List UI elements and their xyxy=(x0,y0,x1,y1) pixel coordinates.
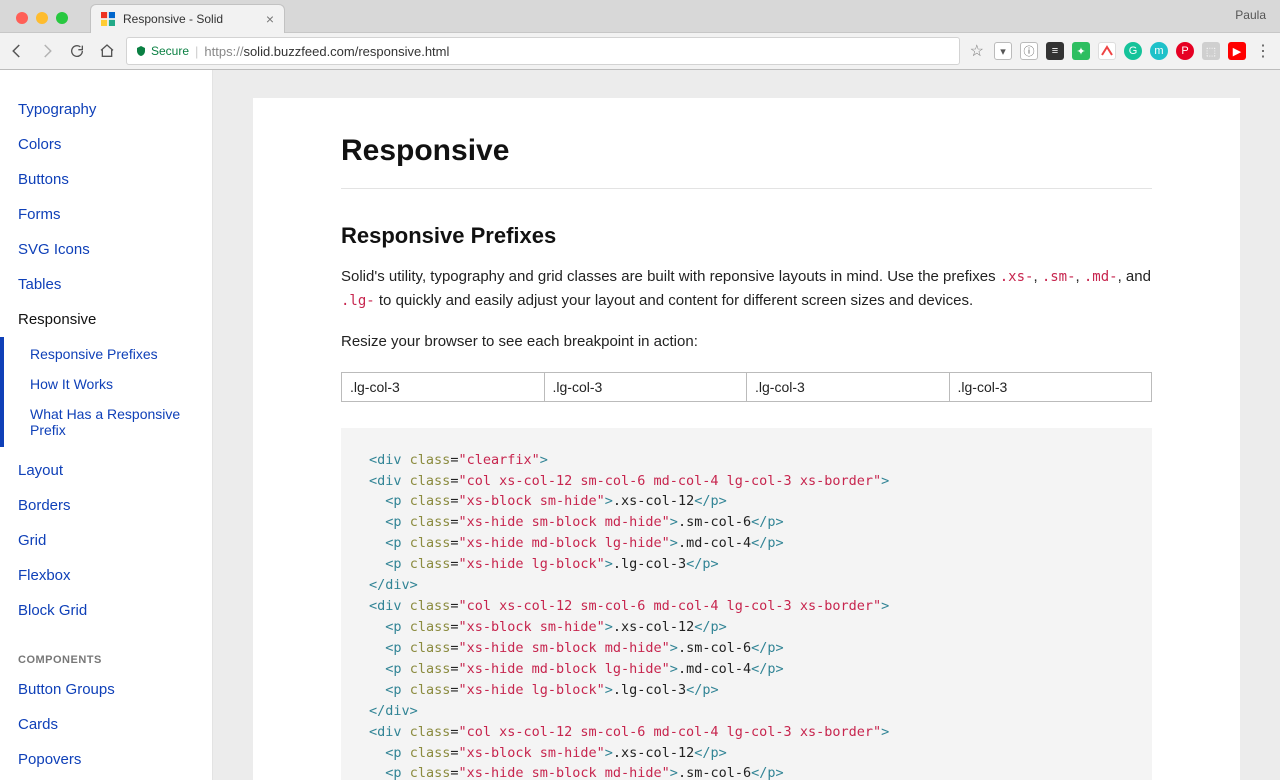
code-md: .md- xyxy=(1084,269,1118,285)
sidebar-item-popovers[interactable]: Popovers xyxy=(18,742,212,777)
close-window-button[interactable] xyxy=(16,12,28,24)
sidebar-item-colors[interactable]: Colors xyxy=(18,127,212,162)
pinterest-icon[interactable]: P xyxy=(1176,42,1194,60)
grid-cell: .lg-col-3 xyxy=(341,372,545,402)
ext-icon-2[interactable]: m xyxy=(1150,42,1168,60)
pocket-icon[interactable]: ▾ xyxy=(994,42,1012,60)
window-controls xyxy=(8,12,76,24)
nav-buttons xyxy=(8,42,116,60)
sidebar-item-button-groups[interactable]: Button Groups xyxy=(18,672,212,707)
grammarly-icon[interactable]: G xyxy=(1124,42,1142,60)
grid-cell: .lg-col-3 xyxy=(949,372,1153,402)
browser-chrome: Responsive - Solid × Paula Secure | http… xyxy=(0,0,1280,70)
evernote-icon[interactable]: ✦ xyxy=(1072,42,1090,60)
sidebar-sub-how[interactable]: How It Works xyxy=(30,369,212,399)
code-lg: .lg- xyxy=(341,293,375,309)
tab-title: Responsive - Solid xyxy=(123,12,258,26)
youtube-icon[interactable]: ▶ xyxy=(1228,42,1246,60)
tab-bar: Responsive - Solid × Paula xyxy=(0,0,1280,32)
grid-cell: .lg-col-3 xyxy=(544,372,748,402)
secure-label: Secure xyxy=(151,44,189,58)
menu-icon[interactable]: ⋮ xyxy=(1254,42,1272,60)
page-title: Responsive xyxy=(341,134,1152,168)
favicon-icon xyxy=(101,12,115,26)
sidebar-sub-prefixes[interactable]: Responsive Prefixes xyxy=(30,339,212,369)
minimize-window-button[interactable] xyxy=(36,12,48,24)
address-bar: Secure | https://solid.buzzfeed.com/resp… xyxy=(0,32,1280,70)
forward-icon[interactable] xyxy=(38,42,56,60)
divider xyxy=(341,188,1152,189)
code-xs: .xs- xyxy=(1000,269,1034,285)
intro-paragraph: Solid's utility, typography and grid cla… xyxy=(341,265,1152,312)
secure-badge: Secure xyxy=(135,44,189,58)
sidebar-item-tables[interactable]: Tables xyxy=(18,267,212,302)
home-icon[interactable] xyxy=(98,42,116,60)
code-sm: .sm- xyxy=(1042,269,1076,285)
sidebar-section-components: COMPONENTS xyxy=(18,628,212,672)
sidebar-item-flexbox[interactable]: Flexbox xyxy=(18,558,212,593)
grid-demo: .lg-col-3 .lg-col-3 .lg-col-3 .lg-col-3 xyxy=(341,372,1152,402)
sidebar-item-borders[interactable]: Borders xyxy=(18,488,212,523)
sidebar-item-layout[interactable]: Layout xyxy=(18,453,212,488)
bookmark-star-icon[interactable]: ☆ xyxy=(970,41,984,61)
sidebar: Typography Colors Buttons Forms SVG Icon… xyxy=(0,70,213,780)
content: Responsive Responsive Prefixes Solid's u… xyxy=(253,98,1240,780)
sidebar-item-grid[interactable]: Grid xyxy=(18,523,212,558)
url-text: https://solid.buzzfeed.com/responsive.ht… xyxy=(204,44,449,59)
close-tab-icon[interactable]: × xyxy=(266,11,274,27)
sidebar-item-responsive[interactable]: Responsive xyxy=(18,302,212,337)
profile-name[interactable]: Paula xyxy=(1235,8,1266,22)
sidebar-item-cards[interactable]: Cards xyxy=(18,707,212,742)
section-title: Responsive Prefixes xyxy=(341,223,1152,249)
sidebar-item-typography[interactable]: Typography xyxy=(18,92,212,127)
sidebar-subnav: Responsive Prefixes How It Works What Ha… xyxy=(0,337,212,447)
url-field[interactable]: Secure | https://solid.buzzfeed.com/resp… xyxy=(126,37,960,65)
page: Typography Colors Buttons Forms SVG Icon… xyxy=(0,70,1280,780)
content-wrap: Responsive Responsive Prefixes Solid's u… xyxy=(213,70,1280,780)
sidebar-item-forms[interactable]: Forms xyxy=(18,197,212,232)
sidebar-item-buttons[interactable]: Buttons xyxy=(18,162,212,197)
sidebar-sub-what[interactable]: What Has a Responsive Prefix xyxy=(30,399,212,445)
sidebar-item-blockgrid[interactable]: Block Grid xyxy=(18,593,212,628)
reload-icon[interactable] xyxy=(68,42,86,60)
grid-cell: .lg-col-3 xyxy=(746,372,950,402)
browser-tab[interactable]: Responsive - Solid × xyxy=(90,4,285,33)
ext-icon-3[interactable]: ⬚ xyxy=(1202,42,1220,60)
code-block: <div class="clearfix"> <div class="col x… xyxy=(341,428,1152,780)
buffer-icon[interactable]: ≡ xyxy=(1046,42,1064,60)
sidebar-item-svg-icons[interactable]: SVG Icons xyxy=(18,232,212,267)
maximize-window-button[interactable] xyxy=(56,12,68,24)
extension-icons: ▾ ⓘ ≡ ✦ G m P ⬚ ▶ ⋮ xyxy=(994,42,1272,60)
back-icon[interactable] xyxy=(8,42,26,60)
resize-paragraph: Resize your browser to see each breakpoi… xyxy=(341,330,1152,353)
ext-icon-1[interactable] xyxy=(1098,42,1116,60)
info-icon[interactable]: ⓘ xyxy=(1020,42,1038,60)
